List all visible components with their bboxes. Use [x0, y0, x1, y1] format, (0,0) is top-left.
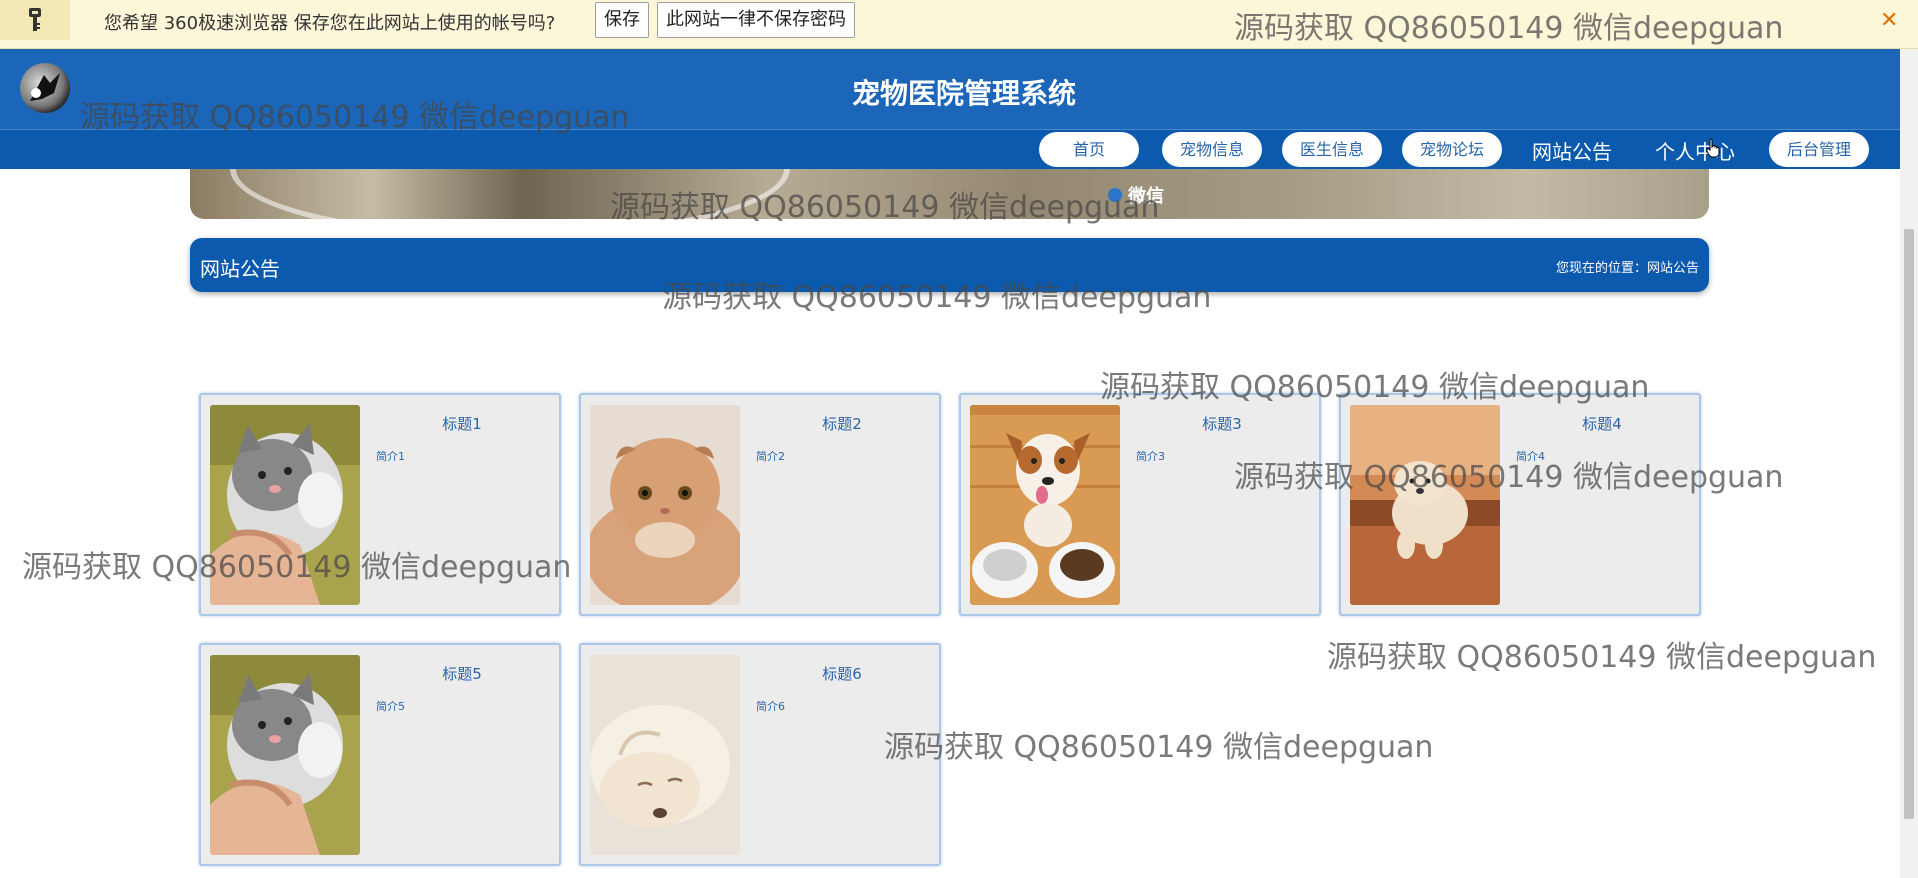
card-image-puppy[interactable] — [1350, 405, 1500, 605]
section-header: 网站公告 您现在的位置：网站公告 — [190, 238, 1709, 292]
announcement-card[interactable]: 标题2 简介2 — [579, 393, 941, 616]
card-image-cat[interactable] — [590, 405, 740, 605]
nav-item-pet-info[interactable]: 宠物信息 — [1162, 132, 1262, 167]
watermark: 源码获取 QQ86050149 微信deepguan — [884, 730, 1434, 765]
card-image-cat[interactable] — [210, 655, 360, 855]
card-title[interactable]: 标题4 — [1501, 413, 1703, 434]
card-desc: 简介3 — [1136, 450, 1165, 463]
section-title: 网站公告 — [200, 257, 280, 281]
card-title[interactable]: 标题5 — [361, 663, 563, 684]
carousel-indicator[interactable] — [1108, 188, 1122, 202]
save-password-button[interactable]: 保存 — [595, 2, 649, 38]
nav-item-admin[interactable]: 后台管理 — [1769, 132, 1869, 167]
nav-item-personal-center[interactable]: 个人中心 — [1655, 136, 1735, 165]
banner-image — [230, 169, 790, 219]
scrollbar-thumb[interactable] — [1904, 229, 1914, 819]
nav-item-home[interactable]: 首页 — [1039, 132, 1139, 167]
card-desc: 简介6 — [756, 700, 785, 713]
nav-item-announcements[interactable]: 网站公告 — [1532, 136, 1612, 165]
nav-bar — [0, 129, 1900, 169]
password-save-bar: 您希望 360极速浏览器 保存您在此网站上使用的帐号吗? 保存 此网站一律不保存… — [0, 0, 1918, 49]
card-image-dog[interactable] — [970, 405, 1120, 605]
announcement-card[interactable]: 标题6 简介6 — [579, 643, 941, 866]
card-title[interactable]: 标题3 — [1121, 413, 1323, 434]
nav-item-pet-forum[interactable]: 宠物论坛 — [1402, 132, 1502, 167]
announcement-card[interactable]: 标题5 简介5 — [199, 643, 561, 866]
card-image-puppy[interactable] — [590, 655, 740, 855]
password-save-message: 您希望 360极速浏览器 保存您在此网站上使用的帐号吗? — [104, 13, 556, 34]
card-title[interactable]: 标题6 — [741, 663, 943, 684]
card-desc: 简介5 — [376, 700, 405, 713]
nav-item-doctor-info[interactable]: 医生信息 — [1282, 132, 1382, 167]
card-image-cat[interactable] — [210, 405, 360, 605]
announcement-card[interactable]: 标题4 简介4 — [1339, 393, 1701, 616]
hand-cursor-icon — [1706, 138, 1720, 158]
site-title: 宠物医院管理系统 — [851, 77, 1076, 110]
card-title[interactable]: 标题1 — [361, 413, 563, 434]
card-desc: 简介1 — [376, 450, 405, 463]
card-desc: 简介4 — [1516, 450, 1545, 463]
card-desc: 简介2 — [756, 450, 785, 463]
page-scrollbar[interactable] — [1900, 49, 1918, 878]
card-title[interactable]: 标题2 — [741, 413, 943, 434]
never-save-password-button[interactable]: 此网站一律不保存密码 — [657, 2, 855, 38]
banner-carousel: 微信 — [190, 169, 1709, 219]
close-icon[interactable]: ✕ — [1880, 8, 1898, 33]
breadcrumb: 您现在的位置：网站公告 — [1555, 261, 1699, 276]
announcement-card[interactable]: 标题3 简介3 — [959, 393, 1321, 616]
key-icon — [0, 0, 70, 40]
announcement-card[interactable]: 标题1 简介1 — [199, 393, 561, 616]
banner-caption: 微信 — [1128, 186, 1164, 207]
watermark: 源码获取 QQ86050149 微信deepguan — [1327, 640, 1877, 675]
